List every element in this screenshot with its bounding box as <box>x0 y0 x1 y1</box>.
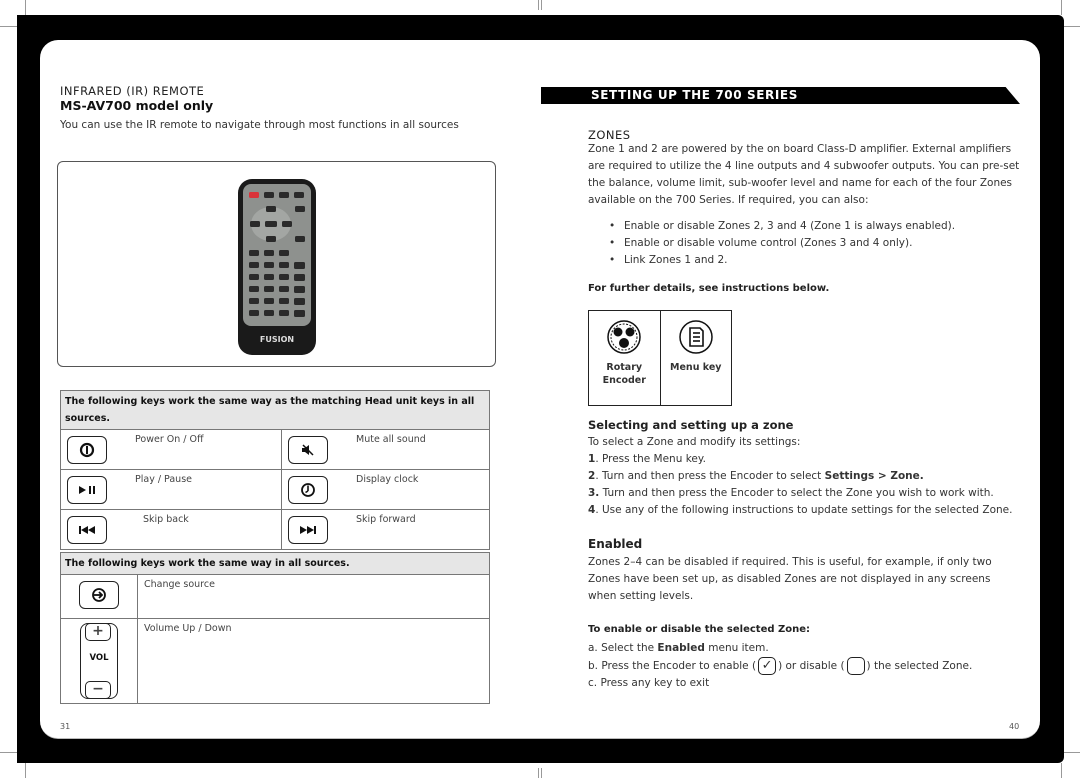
selecting-steps: To select a Zone and modify its settings… <box>588 434 1012 519</box>
head-unit-keys-table: The following keys work the same way as … <box>60 390 490 550</box>
toggle-heading: To enable or disable the selected Zone: <box>588 624 811 635</box>
section-banner: SETTING UP THE 700 SERIES <box>541 87 1020 104</box>
list-item: Enable or disable Zones 2, 3 and 4 (Zone… <box>609 218 955 235</box>
play-pause-icon <box>67 476 107 504</box>
mute-icon <box>288 436 328 464</box>
crop-mark <box>1061 763 1062 778</box>
volume-label: VOL <box>89 653 109 663</box>
table-row: Play / Pause Display clock <box>60 469 490 510</box>
power-icon <box>67 436 107 464</box>
intro-text: You can use the IR remote to navigate th… <box>60 119 459 131</box>
rotary-encoder-cell: Rotary Encoder <box>589 311 660 405</box>
table-row: Change source <box>60 574 490 619</box>
toggle-step-b: b. Press the Encoder to enable (✓) or di… <box>588 657 973 675</box>
table-row: + VOL − Volume Up / Down <box>60 618 490 704</box>
key-label: Power On / Off <box>129 429 282 470</box>
zones-paragraph: Zone 1 and 2 are powered by the on board… <box>588 143 1020 206</box>
table-row: Power On / Off Mute all sound <box>60 429 490 470</box>
skip-forward-icon <box>288 516 328 544</box>
menu-key-cell: Menu key <box>659 311 732 405</box>
model-heading: MS-AV700 model only <box>60 98 214 113</box>
further-details-note: For further details, see instructions be… <box>588 283 830 294</box>
crop-mark <box>1064 26 1080 27</box>
source-icon <box>79 581 119 609</box>
banner-title: SETTING UP THE 700 SERIES <box>591 88 798 102</box>
remote-brand-label: FUSION <box>260 335 294 344</box>
crop-mark <box>25 763 26 778</box>
crop-mark <box>541 0 542 10</box>
selecting-intro: To select a Zone and modify its settings… <box>588 436 801 448</box>
remote-control-image: FUSION <box>238 179 316 355</box>
table-row: Skip back Skip forward <box>60 509 490 550</box>
toggle-steps: a. Select the Enabled menu item. b. Pres… <box>588 640 972 692</box>
enabled-paragraph: Zones 2–4 can be disabled if required. T… <box>588 556 992 602</box>
crop-mark <box>1064 752 1080 753</box>
crop-mark <box>25 0 26 15</box>
toggle-step-c: c. Press any key to exit <box>588 677 710 689</box>
controls-legend: Rotary Encoder Menu key <box>588 310 732 406</box>
all-sources-keys-table: The following keys work the same way in … <box>60 552 490 704</box>
step-2: 2. Turn and then press the Encoder to se… <box>588 470 924 482</box>
step-3: 3. Turn and then press the Encoder to se… <box>588 487 994 499</box>
zones-bullet-list: Enable or disable Zones 2, 3 and 4 (Zone… <box>609 218 955 269</box>
crop-mark <box>541 768 542 778</box>
key-label: Play / Pause <box>129 469 282 510</box>
page-number-right: 40 <box>1009 722 1020 731</box>
step-4: 4. Use any of the following instructions… <box>588 504 1013 516</box>
crop-mark <box>0 752 17 753</box>
rotary-encoder-icon <box>607 320 641 354</box>
key-label: Skip forward <box>350 509 490 550</box>
clock-icon <box>288 476 328 504</box>
skip-back-icon <box>67 516 107 544</box>
enabled-heading: Enabled <box>588 537 643 551</box>
key-label: Change source <box>137 574 490 619</box>
all-sources-table-header: The following keys work the same way in … <box>60 552 490 575</box>
checked-box-icon: ✓ <box>758 657 777 675</box>
section-label: INFRARED (IR) REMOTE <box>60 84 205 98</box>
step-1: 1. Press the Menu key. <box>588 453 706 465</box>
crop-mark <box>538 0 539 10</box>
volume-icon: + VOL − <box>80 623 118 699</box>
head-unit-table-header: The following keys work the same way as … <box>60 390 490 430</box>
selecting-heading: Selecting and setting up a zone <box>588 418 794 432</box>
menu-key-icon <box>679 320 713 354</box>
volume-plus: + <box>85 623 111 641</box>
crop-mark <box>0 26 17 27</box>
toggle-step-a: a. Select the Enabled menu item. <box>588 642 769 654</box>
page-number-left: 31 <box>60 722 71 731</box>
crop-mark <box>1061 0 1062 15</box>
list-item: Enable or disable volume control (Zones … <box>609 235 955 252</box>
remote-image-box: FUSION <box>57 161 496 367</box>
crop-mark <box>538 768 539 778</box>
zones-label: ZONES <box>588 128 631 142</box>
volume-minus: − <box>85 681 111 699</box>
list-item: Link Zones 1 and 2. <box>609 252 955 269</box>
unchecked-box-icon <box>846 657 865 675</box>
rotary-encoder-label-1: Rotary <box>606 362 643 373</box>
menu-key-label: Menu key <box>670 362 722 373</box>
key-label: Skip back <box>129 509 282 550</box>
key-label: Display clock <box>350 469 490 510</box>
key-label: Volume Up / Down <box>137 618 490 704</box>
rotary-encoder-label-2: Encoder <box>602 375 646 386</box>
key-label: Mute all sound <box>350 429 490 470</box>
